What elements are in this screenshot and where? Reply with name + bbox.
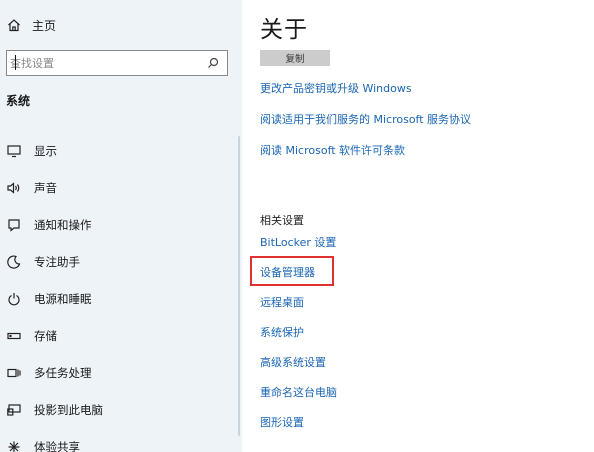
highlight-box [250, 256, 334, 286]
sidebar-item-label: 投影到此电脑 [34, 402, 103, 417]
sidebar: 主页 系统 显示 声音 通知和操作 [0, 0, 242, 452]
sidebar-item-project-to-pc[interactable]: 投影到此电脑 [0, 391, 242, 428]
home-label: 主页 [32, 18, 57, 33]
sidebar-item-storage[interactable]: 存储 [0, 317, 242, 354]
sidebar-item-notifications[interactable]: 通知和操作 [0, 206, 242, 243]
sidebar-item-label: 存储 [34, 328, 57, 343]
search-icon[interactable] [205, 55, 221, 71]
sidebar-item-shared-experiences[interactable]: 体验共享 [0, 428, 242, 452]
sidebar-item-focus-assist[interactable]: 专注助手 [0, 243, 242, 280]
sidebar-item-label: 体验共享 [34, 439, 80, 452]
graphics-settings-link[interactable]: 图形设置 [260, 414, 304, 430]
home-icon [6, 17, 22, 33]
system-protection-link[interactable]: 系统保护 [260, 324, 304, 340]
bitlocker-settings-link[interactable]: BitLocker 设置 [260, 234, 336, 250]
speaker-icon [6, 180, 22, 196]
storage-icon [6, 328, 22, 344]
notification-icon [6, 217, 22, 233]
sidebar-item-multitasking[interactable]: 多任务处理 [0, 354, 242, 391]
change-product-key-link[interactable]: 更改产品密钥或升级 Windows [260, 80, 412, 96]
sidebar-item-label: 显示 [34, 143, 57, 158]
search-box[interactable] [6, 50, 228, 76]
multitasking-icon [6, 365, 22, 381]
page-title: 关于 [260, 17, 308, 43]
sidebar-item-label: 通知和操作 [34, 217, 92, 232]
project-icon [6, 402, 22, 418]
moon-icon [6, 254, 22, 270]
sidebar-item-display[interactable]: 显示 [0, 132, 242, 169]
sidebar-item-label: 声音 [34, 180, 57, 195]
remote-desktop-link[interactable]: 远程桌面 [260, 294, 304, 310]
power-icon [6, 291, 22, 307]
copy-button[interactable]: 复制 [260, 50, 330, 66]
search-input[interactable] [10, 56, 190, 70]
advanced-system-settings-link[interactable]: 高级系统设置 [260, 354, 326, 370]
service-agreement-link[interactable]: 阅读适用于我们服务的 Microsoft 服务协议 [260, 111, 471, 127]
related-settings-heading: 相关设置 [260, 214, 304, 227]
sidebar-item-label: 专注助手 [34, 254, 80, 269]
text-cursor [15, 55, 16, 70]
display-icon [6, 143, 22, 159]
sidebar-item-label: 电源和睡眠 [34, 291, 92, 306]
section-title: 系统 [6, 94, 31, 108]
sidebar-scrollbar[interactable] [238, 136, 240, 436]
sidebar-item-power-sleep[interactable]: 电源和睡眠 [0, 280, 242, 317]
license-terms-link[interactable]: 阅读 Microsoft 软件许可条款 [260, 142, 405, 158]
sidebar-item-label: 多任务处理 [34, 365, 92, 380]
rename-pc-link[interactable]: 重命名这台电脑 [260, 384, 337, 400]
home-nav-item[interactable]: 主页 [6, 14, 56, 36]
sidebar-item-sound[interactable]: 声音 [0, 169, 242, 206]
share-icon [6, 439, 22, 452]
main-panel: 关于 复制 更改产品密钥或升级 Windows 阅读适用于我们服务的 Micro… [242, 0, 594, 452]
nav-list: 显示 声音 通知和操作 专注助手 电源和睡眠 存储 多任务处理 投影到此电脑 体… [0, 132, 242, 452]
